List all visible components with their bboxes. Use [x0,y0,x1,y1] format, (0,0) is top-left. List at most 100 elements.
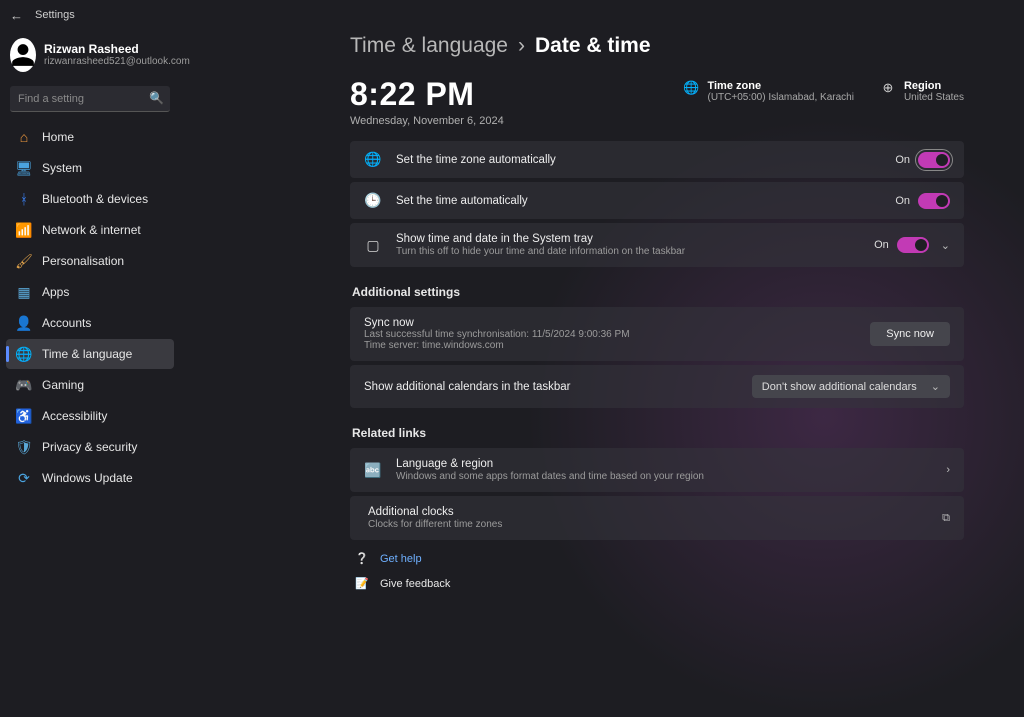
sync-title: Sync now [364,317,856,329]
nav-item-apps[interactable]: ▦ Apps [6,277,174,307]
section-additional-settings: Additional settings [352,285,964,299]
nav-label: Personalisation [42,254,124,268]
nav-item-system[interactable]: 🖥 System [6,153,174,183]
nav-item-accessibility[interactable]: ♿ Accessibility [6,401,174,431]
nav-item-network[interactable]: 📶 Network & internet [6,215,174,245]
chevron-down-icon: ⌄ [927,380,940,393]
user-name: Rizwan Rasheed [44,43,190,56]
give-feedback-link[interactable]: 📝 Give feedback [354,577,964,590]
row-auto-timezone: 🌐 Set the time zone automatically On [350,141,964,178]
toggle-state: On [895,154,910,166]
user-email: rizwanrasheed521@outlook.com [44,56,190,67]
nav-label: Network & internet [42,223,141,237]
nav-item-privacy[interactable]: 🛡 Privacy & security [6,432,174,462]
nav-label: Windows Update [42,471,133,485]
current-time: 8:22 PM [350,76,504,113]
page-title: Date & time [535,34,651,58]
home-icon: ⌂ [16,129,32,145]
search-wrap: 🔍 [10,86,170,112]
nav-item-update[interactable]: ⟳ Windows Update [6,463,174,493]
meta-timezone-value: (UTC+05:00) Islamabad, Karachi [707,92,853,103]
meta-region-label: Region [904,80,964,92]
meta-region-value: United States [904,92,964,103]
nav-label: Privacy & security [42,440,137,454]
language-icon: 🔤 [364,462,382,479]
row-additional-clocks[interactable]: Additional clocks Clocks for different t… [350,496,964,540]
globe-icon: 🌐 [683,80,699,96]
nav-item-bluetooth[interactable]: ᚼ Bluetooth & devices [6,184,174,214]
meta-timezone-label: Time zone [707,80,853,92]
meta-region: ⊕ Region United States [880,80,964,103]
row-auto-time: 🕒 Set the time automatically On [350,182,964,219]
nav-item-personalisation[interactable]: 🖌 Personalisation [6,246,174,276]
link-text: Get help [380,553,422,565]
clock-icon: 🕒 [364,192,382,209]
nav-item-home[interactable]: ⌂ Home [6,122,174,152]
chevron-down-icon[interactable]: ⌄ [937,239,950,252]
apps-icon: ▦ [16,284,32,300]
chevron-right-icon: › [518,34,525,58]
sync-sub-last: Last successful time synchronisation: 11… [364,329,856,340]
nav-label: Gaming [42,378,84,392]
chevron-right-icon: › [942,464,950,476]
globe-clock-icon: 🌐 [16,346,32,362]
sidebar: Rizwan Rasheed rizwanrasheed521@outlook.… [0,30,180,597]
gaming-icon: 🎮 [16,377,32,393]
hero-meta: 🌐 Time zone (UTC+05:00) Islamabad, Karac… [683,76,964,103]
row-sync-now: Sync now Last successful time synchronis… [350,307,964,361]
current-date: Wednesday, November 6, 2024 [350,115,504,127]
system-icon: 🖥 [16,160,32,176]
titlebar-label: Settings [35,9,75,21]
row-title: Set the time automatically [396,195,881,207]
nav-list: ⌂ Home 🖥 System ᚼ Bluetooth & devices 📶 … [6,122,174,493]
wifi-icon: 📶 [16,222,32,238]
accessibility-icon: ♿ [16,408,32,424]
row-title: Additional clocks [368,506,928,518]
row-title: Show additional calendars in the taskbar [364,381,738,393]
open-external-icon: ⧉ [942,512,950,525]
nav-item-gaming[interactable]: 🎮 Gaming [6,370,174,400]
back-icon[interactable]: ← [10,8,23,23]
row-title: Set the time zone automatically [396,154,881,166]
search-icon: 🔍 [149,91,164,105]
row-title: Language & region [396,458,928,470]
toggle-systray[interactable] [897,237,929,253]
row-sub: Turn this off to hide your time and date… [396,246,860,257]
toggle-state: On [895,195,910,207]
sync-now-button[interactable]: Sync now [870,322,950,346]
row-title: Show time and date in the System tray [396,233,860,245]
nav-item-time-language[interactable]: 🌐 Time & language [6,339,174,369]
update-icon: ⟳ [16,470,32,486]
breadcrumb-parent[interactable]: Time & language [350,34,508,58]
section-related-links: Related links [352,426,964,440]
nav-label: Home [42,130,74,144]
shield-icon: 🛡 [16,439,32,455]
breadcrumb: Time & language › Date & time [350,34,964,58]
toggle-auto-timezone[interactable] [918,152,950,168]
nav-item-accounts[interactable]: 👤 Accounts [6,308,174,338]
user-icon [10,42,36,68]
profile-block[interactable]: Rizwan Rasheed rizwanrasheed521@outlook.… [6,34,174,82]
avatar [10,38,36,72]
feedback-icon: 📝 [354,577,370,590]
calendars-select-value: Don't show additional calendars [762,381,917,393]
main-content: Time & language › Date & time 8:22 PM We… [180,30,1024,597]
nav-label: Accessibility [42,409,107,423]
titlebar: ← Settings [0,0,1024,30]
globe-icon: 🌐 [364,151,382,168]
accounts-icon: 👤 [16,315,32,331]
row-language-region[interactable]: 🔤 Language & region Windows and some app… [350,448,964,492]
row-sub: Clocks for different time zones [368,519,928,530]
brush-icon: 🖌 [16,253,32,269]
tray-icon: ▢ [364,237,382,254]
get-help-link[interactable]: ❔ Get help [354,552,964,565]
sync-sub-server: Time server: time.windows.com [364,340,856,351]
row-systray[interactable]: ▢ Show time and date in the System tray … [350,223,964,267]
clock-block: 8:22 PM Wednesday, November 6, 2024 [350,76,504,127]
calendars-select[interactable]: Don't show additional calendars ⌄ [752,375,950,398]
help-icon: ❔ [354,552,370,565]
compass-icon: ⊕ [880,80,896,96]
search-input[interactable] [10,86,170,112]
toggle-auto-time[interactable] [918,193,950,209]
meta-timezone: 🌐 Time zone (UTC+05:00) Islamabad, Karac… [683,80,853,103]
